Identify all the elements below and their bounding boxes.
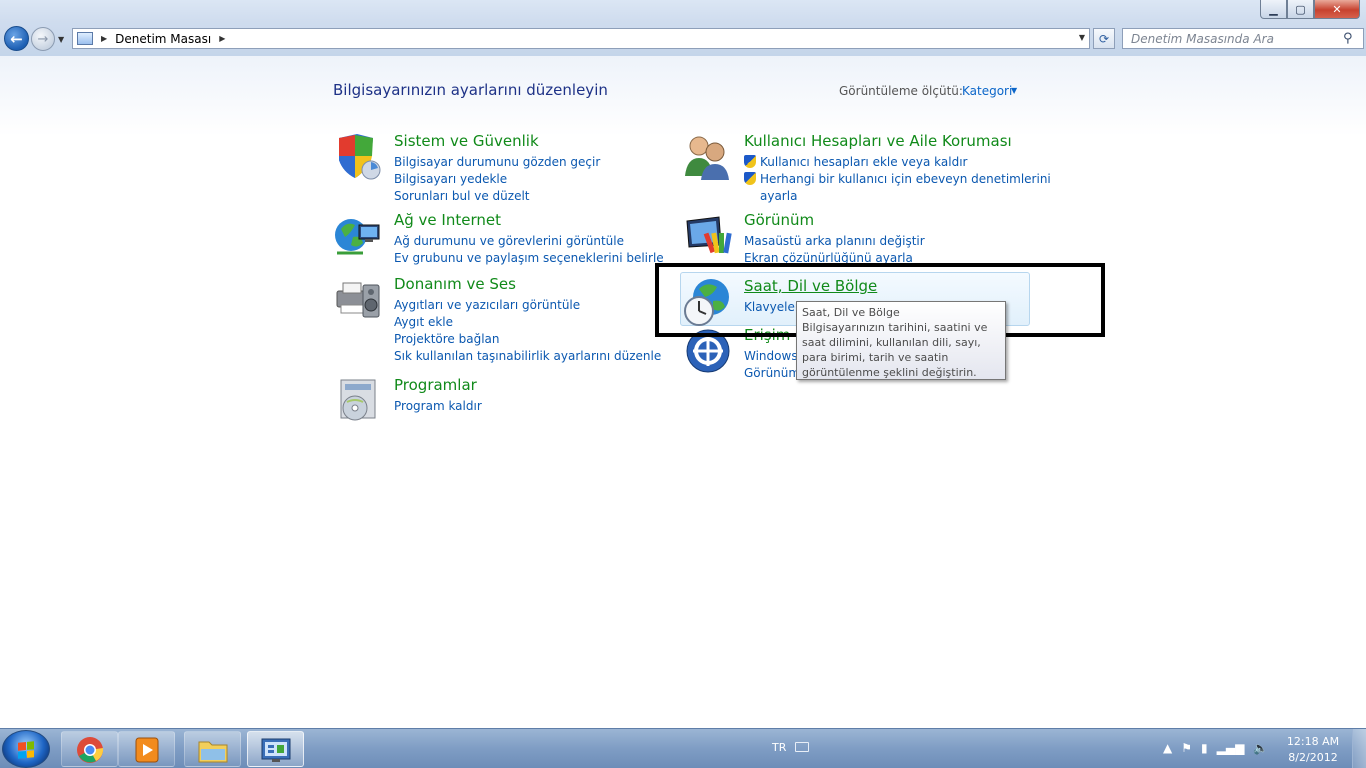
link-add-device[interactable]: Aygıt ekle bbox=[394, 314, 661, 331]
security-shield-icon bbox=[339, 134, 381, 180]
taskbar-control-panel[interactable] bbox=[247, 731, 304, 767]
tooltip-body: Bilgisayarınızın tarihini, saatini ve sa… bbox=[802, 321, 988, 379]
window-titlebar: ▁ ▢ ✕ ← → ▼ ▶ Denetim Masası ▶ ▼ ⟳ Denet… bbox=[0, 0, 1366, 56]
category-title[interactable]: Kullanıcı Hesapları ve Aile Koruması bbox=[744, 132, 1012, 150]
taskbar-chrome[interactable] bbox=[61, 731, 118, 767]
control-panel-content: Bilgisayarınızın ayarlarını düzenleyin G… bbox=[0, 56, 1366, 728]
link-backup[interactable]: Bilgisayarı yedekle bbox=[394, 171, 600, 188]
category-title[interactable]: Programlar bbox=[394, 376, 477, 394]
category-title[interactable]: Sistem ve Güvenlik bbox=[394, 132, 539, 150]
close-button[interactable]: ✕ bbox=[1314, 0, 1360, 19]
uac-shield-icon bbox=[744, 172, 756, 185]
back-arrow-icon: ← bbox=[10, 29, 23, 48]
maximize-button[interactable]: ▢ bbox=[1287, 0, 1314, 19]
category-title[interactable]: Donanım ve Ses bbox=[394, 275, 516, 293]
search-placeholder: Denetim Masasında Ara bbox=[1131, 31, 1274, 46]
chrome-icon bbox=[77, 737, 104, 763]
taskbar: TR ▲ ⚑ ▮ ▂▄▆ 🔈 12:18 AM 8/2/2012 bbox=[0, 728, 1366, 768]
link-parental-controls-cont[interactable]: ayarla bbox=[744, 188, 1051, 205]
show-desktop-button[interactable] bbox=[1352, 729, 1366, 768]
link-review-status[interactable]: Bilgisayar durumunu gözden geçir bbox=[394, 154, 600, 171]
breadcrumb-control-panel[interactable]: Denetim Masası bbox=[115, 32, 211, 46]
category-title[interactable]: Ağ ve Internet bbox=[394, 211, 501, 229]
network-signal-icon[interactable]: ▂▄▆ bbox=[1217, 741, 1245, 755]
volume-icon[interactable]: 🔈 bbox=[1253, 741, 1268, 755]
category-title[interactable]: Görünüm bbox=[744, 211, 814, 229]
search-icon[interactable]: ⚲ bbox=[1343, 31, 1359, 46]
address-dropdown-icon[interactable]: ▼ bbox=[1079, 33, 1085, 42]
chevron-down-icon[interactable]: ▼ bbox=[1011, 86, 1017, 95]
link-devices-printers[interactable]: Aygıtları ve yazıcıları görüntüle bbox=[394, 297, 661, 314]
link-add-remove-accounts[interactable]: Kullanıcı hesapları ekle veya kaldır bbox=[744, 154, 1051, 171]
programs-disc-icon bbox=[340, 379, 376, 421]
refresh-icon: ⟳ bbox=[1098, 31, 1110, 46]
show-hidden-icons-icon[interactable]: ▲ bbox=[1163, 741, 1172, 755]
power-icon[interactable]: ▮ bbox=[1201, 741, 1208, 755]
system-tray: ▲ ⚑ ▮ ▂▄▆ 🔈 bbox=[1163, 741, 1268, 755]
media-player-icon bbox=[135, 737, 159, 763]
link-visual-display[interactable]: Görünüm bbox=[744, 365, 801, 382]
tooltip-title: Saat, Dil ve Bölge bbox=[802, 306, 900, 319]
breadcrumb-separator-icon[interactable]: ▶ bbox=[219, 34, 225, 43]
link-text[interactable]: Kullanıcı hesapları ekle veya kaldır bbox=[760, 155, 968, 169]
back-button[interactable]: ← bbox=[4, 26, 29, 51]
keyboard-icon[interactable] bbox=[795, 742, 809, 752]
link-parental-controls[interactable]: Herhangi bir kullanıcı için ebeveyn dene… bbox=[744, 171, 1051, 188]
breadcrumb-separator-icon[interactable]: ▶ bbox=[101, 34, 107, 43]
appearance-monitor-icon bbox=[686, 216, 732, 254]
address-bar[interactable]: ▶ Denetim Masası ▶ ▼ bbox=[72, 28, 1090, 49]
taskbar-media-player[interactable] bbox=[118, 731, 175, 767]
users-icon bbox=[685, 136, 729, 180]
link-uninstall-program[interactable]: Program kaldır bbox=[394, 398, 482, 415]
windows-logo-icon bbox=[18, 741, 34, 759]
control-panel-icon bbox=[261, 738, 291, 762]
uac-shield-icon bbox=[744, 155, 756, 168]
category-tooltip: Saat, Dil ve Bölge Bilgisayarınızın tari… bbox=[796, 301, 1006, 380]
link-mobility-settings[interactable]: Sık kullanılan taşınabilirlik ayarlarını… bbox=[394, 348, 661, 365]
clock-date: 8/2/2012 bbox=[1288, 751, 1338, 764]
page-title: Bilgisayarınızın ayarlarını düzenleyin bbox=[333, 81, 608, 99]
control-panel-icon bbox=[77, 32, 93, 45]
view-by-label: Görüntüleme ölçütü: bbox=[839, 84, 963, 98]
link-network-status[interactable]: Ağ durumunu ve görevlerini görüntüle bbox=[394, 233, 664, 250]
link-troubleshoot[interactable]: Sorunları bul ve düzelt bbox=[394, 188, 600, 205]
printer-speaker-icon bbox=[336, 282, 380, 318]
start-button[interactable] bbox=[2, 730, 50, 768]
recent-pages-dropdown[interactable]: ▼ bbox=[58, 35, 64, 44]
view-by-dropdown[interactable]: Kategori bbox=[962, 84, 1012, 98]
link-connect-projector[interactable]: Projektöre bağlan bbox=[394, 331, 661, 348]
search-input[interactable]: Denetim Masasında Ara ⚲ bbox=[1122, 28, 1364, 49]
forward-arrow-icon: → bbox=[37, 31, 49, 47]
action-center-flag-icon[interactable]: ⚑ bbox=[1181, 741, 1192, 755]
link-desktop-background[interactable]: Masaüstü arka planını değiştir bbox=[744, 233, 925, 250]
folder-icon bbox=[198, 741, 228, 763]
taskbar-explorer[interactable] bbox=[184, 731, 241, 767]
link-text[interactable]: Herhangi bir kullanıcı için ebeveyn dene… bbox=[760, 172, 1051, 186]
forward-button[interactable]: → bbox=[31, 27, 55, 51]
link-homegroup[interactable]: Ev grubunu ve paylaşım seçeneklerini bel… bbox=[394, 250, 664, 267]
input-language-indicator[interactable]: TR bbox=[772, 741, 786, 754]
clock-time: 12:18 AM bbox=[1286, 735, 1340, 748]
refresh-button[interactable]: ⟳ bbox=[1093, 28, 1115, 49]
link-windows-suggest[interactable]: Windows' bbox=[744, 348, 801, 365]
window-controls: ▁ ▢ ✕ bbox=[1260, 0, 1360, 19]
minimize-button[interactable]: ▁ bbox=[1260, 0, 1287, 19]
system-clock[interactable]: 12:18 AM 8/2/2012 bbox=[1283, 734, 1343, 766]
network-globe-icon bbox=[335, 219, 380, 255]
